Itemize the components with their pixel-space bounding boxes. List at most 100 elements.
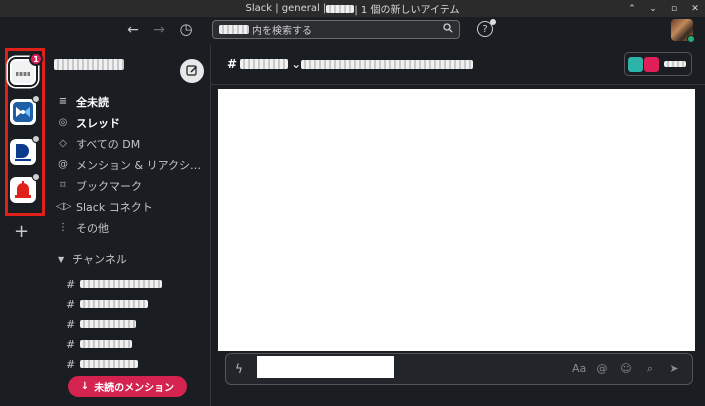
title-bar: Slack | general | | 1 個の新しいアイテム ⌃ ⌄ ▫ ✕	[0, 0, 705, 17]
arrow-down-icon: ↓	[80, 381, 90, 392]
channels-section-label: チャンネル	[72, 253, 127, 266]
unread-mentions-button[interactable]: ↓ 未読のメンション	[68, 376, 187, 397]
window-title: Slack | general | | 1 個の新しいアイテム	[246, 1, 460, 16]
search-input[interactable]: 内を検索する	[212, 20, 460, 39]
window-title-suffix: | 1 個の新しいアイテム	[354, 5, 460, 16]
forward-arrow-icon[interactable]: →	[150, 21, 168, 39]
at-icon: @	[58, 159, 68, 170]
sidebar-item-label: スレッド	[76, 116, 120, 130]
maximize-icon[interactable]: ▫	[668, 4, 680, 14]
workspace-item-3[interactable]	[10, 135, 40, 165]
redacted-channel-topic[interactable]	[301, 60, 473, 69]
connect-icon: ◁▷	[56, 201, 72, 212]
member-avatar	[628, 56, 643, 72]
composer-tools: Aa @ ☺ ⌕ ➤	[572, 362, 680, 376]
sidebar-item-mentions-reactions[interactable]: @ メンション & リアクシ…	[46, 154, 210, 175]
caret-down-icon: ▼	[58, 254, 65, 264]
slack-window: Slack | general | | 1 個の新しいアイテム ⌃ ⌄ ▫ ✕ …	[0, 0, 705, 406]
redacted-channel-name	[80, 320, 136, 328]
sidebar-item-label: メンション & リアクシ…	[76, 158, 202, 172]
workspace-rail: 1 +	[0, 45, 46, 406]
redacted-channel-name	[240, 59, 289, 69]
sidebar-item-slack-connect[interactable]: ◁▷ Slack コネクト	[46, 196, 210, 217]
member-avatar	[644, 56, 659, 72]
sidebar-item-threads[interactable]: ◎ スレッド	[46, 112, 210, 133]
help-button[interactable]: ?	[477, 19, 496, 37]
redacted-channel-name	[80, 280, 162, 288]
sidebar-item-all-dms[interactable]: ◇ すべての DM	[46, 133, 210, 154]
back-arrow-icon[interactable]: ←	[124, 21, 142, 39]
attach-icon[interactable]: ⌕	[644, 362, 656, 376]
sidebar-item-label: すべての DM	[76, 137, 141, 151]
redacted-workspace-name	[219, 25, 249, 34]
workspace-logo-icon	[13, 102, 33, 122]
help-icon: ?	[482, 23, 488, 35]
sidebar-item-bookmarks[interactable]: ⌑ ブックマーク	[46, 175, 210, 196]
compose-icon	[186, 65, 197, 76]
channel-item[interactable]: #	[66, 314, 206, 334]
chevron-up-icon[interactable]: ⌃	[626, 4, 638, 14]
redacted-channel-name	[80, 360, 138, 368]
channel-list: # # # # #	[66, 274, 206, 374]
bookmark-icon: ⌑	[60, 180, 66, 191]
channel-item[interactable]: #	[66, 354, 206, 374]
window-title-prefix: Slack | general |	[245, 3, 327, 14]
workspace-logo-icon	[11, 178, 35, 202]
channel-item[interactable]: #	[66, 334, 206, 354]
channel-name-button[interactable]: # ⌄	[227, 57, 301, 71]
message-composer[interactable]: ϟ Aa @ ☺ ⌕ ➤	[225, 353, 693, 385]
workspace-status-dot	[32, 173, 40, 181]
workspace-item-current[interactable]: 1	[10, 52, 43, 85]
pane-divider[interactable]	[210, 45, 211, 406]
redacted-channel-name	[80, 300, 148, 308]
more-icon: ⋮	[58, 222, 68, 233]
shortcuts-bolt-icon[interactable]: ϟ	[235, 362, 243, 376]
chevron-down-icon: ⌄	[291, 57, 302, 71]
send-icon[interactable]: ➤	[668, 362, 680, 376]
redacted-workspace-name	[326, 4, 355, 13]
workspace-status-dot	[32, 135, 40, 143]
mention-icon[interactable]: @	[596, 362, 608, 376]
message-area	[218, 89, 695, 351]
workspace-item-4[interactable]	[10, 173, 40, 203]
history-icon[interactable]: ◷	[177, 20, 195, 38]
redacted-channel-name	[80, 340, 132, 348]
sidebar-item-label: 全未読	[76, 95, 109, 109]
dm-icon: ◇	[59, 138, 67, 149]
workspace-header[interactable]	[54, 53, 204, 83]
workspace-item-2[interactable]	[10, 95, 40, 125]
workspace-logo-icon	[12, 141, 34, 163]
channel-hash: #	[227, 57, 238, 71]
members-button[interactable]	[624, 52, 692, 76]
workspace-status-dot	[32, 95, 40, 103]
unread-mentions-label: 未読のメンション	[94, 383, 175, 394]
compose-button[interactable]	[180, 59, 204, 83]
format-icon[interactable]: Aa	[572, 362, 586, 376]
window-controls: ⌃ ⌄ ▫ ✕	[626, 0, 701, 17]
unread-badge: 1	[29, 52, 43, 66]
redacted-workspace-name	[54, 59, 124, 70]
sidebar-item-all-unreads[interactable]: ≡ 全未読	[46, 91, 210, 112]
emoji-icon[interactable]: ☺	[620, 362, 632, 376]
close-icon[interactable]: ✕	[689, 4, 701, 14]
help-notification-dot	[490, 19, 496, 25]
channel-header: # ⌄	[211, 45, 705, 85]
thread-icon: ◎	[58, 117, 68, 128]
sidebar-item-label: ブックマーク	[76, 179, 142, 193]
channel-item[interactable]: #	[66, 274, 206, 294]
chevron-down-icon[interactable]: ⌄	[647, 4, 659, 14]
add-workspace-button[interactable]: +	[14, 221, 29, 242]
channel-item[interactable]: #	[66, 294, 206, 314]
message-input[interactable]	[257, 356, 394, 378]
user-avatar[interactable]	[671, 19, 695, 43]
channel-hash: #	[66, 277, 76, 291]
channel-hash: #	[66, 317, 76, 331]
sidebar-item-more[interactable]: ⋮ その他	[46, 217, 210, 238]
redacted-member-count	[664, 61, 686, 67]
channel-hash: #	[66, 297, 76, 311]
sidebar-item-label: その他	[76, 221, 109, 235]
search-placeholder: 内を検索する	[252, 26, 312, 37]
sidebar-nav: ≡ 全未読 ◎ スレッド ◇ すべての DM @ メンション & リアクシ… ⌑ ブックマーク ◁▷…	[46, 91, 210, 238]
channels-section-header[interactable]: ▼ チャンネル	[58, 251, 127, 267]
channel-hash: #	[66, 357, 76, 371]
